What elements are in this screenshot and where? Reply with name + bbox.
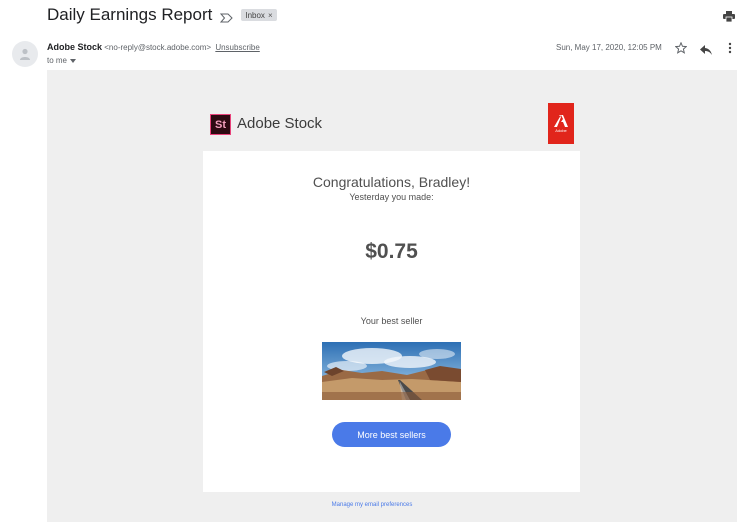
avatar[interactable] (12, 41, 38, 67)
recipient-line[interactable]: to me (47, 56, 77, 65)
sender-email: <no-reply@stock.adobe.com> (104, 43, 212, 52)
inbox-label-text: Inbox (245, 10, 265, 20)
adobe-badge-text: Adobe (555, 127, 567, 133)
congrats-heading: Congratulations, Bradley! (312, 174, 471, 190)
best-seller-image[interactable] (322, 342, 461, 400)
chevron-down-icon[interactable] (70, 58, 77, 63)
unsubscribe-link[interactable]: Unsubscribe (215, 43, 259, 52)
yesterday-text: Yesterday you made: (349, 192, 434, 202)
recipient-text: to me (47, 56, 68, 65)
email-subject: Daily Earnings Report (47, 5, 213, 24)
best-seller-label: Your best seller (360, 316, 423, 326)
email-date: Sun, May 17, 2020, 12:05 PM (556, 43, 662, 52)
brand-name: Adobe Stock (237, 115, 323, 132)
subject-row: Daily Earnings Report Inbox × (47, 4, 277, 26)
more-vert-icon[interactable] (728, 41, 732, 54)
inbox-label[interactable]: Inbox × (241, 9, 277, 21)
adobe-stock-logo: St (210, 114, 231, 135)
earnings-card: Congratulations, Bradley! Yesterday you … (203, 151, 580, 492)
manage-preferences-link[interactable]: Manage my email preferences (0, 502, 744, 508)
sender-name[interactable]: Adobe Stock (47, 42, 102, 52)
print-icon[interactable] (723, 9, 735, 23)
earnings-amount: $0.75 (365, 240, 418, 263)
adobe-logo-icon: Adobe (548, 103, 574, 144)
more-best-sellers-button[interactable]: More best sellers (332, 422, 451, 447)
star-icon[interactable] (674, 41, 688, 54)
avatar-icon (20, 48, 30, 60)
sender-line: Adobe Stock <no-reply@stock.adobe.com> U… (47, 42, 260, 52)
important-icon[interactable] (220, 10, 234, 23)
reply-icon[interactable] (700, 42, 712, 55)
brand-header: St Adobe Stock Adobe (203, 103, 580, 151)
remove-label-icon[interactable]: × (268, 11, 273, 20)
